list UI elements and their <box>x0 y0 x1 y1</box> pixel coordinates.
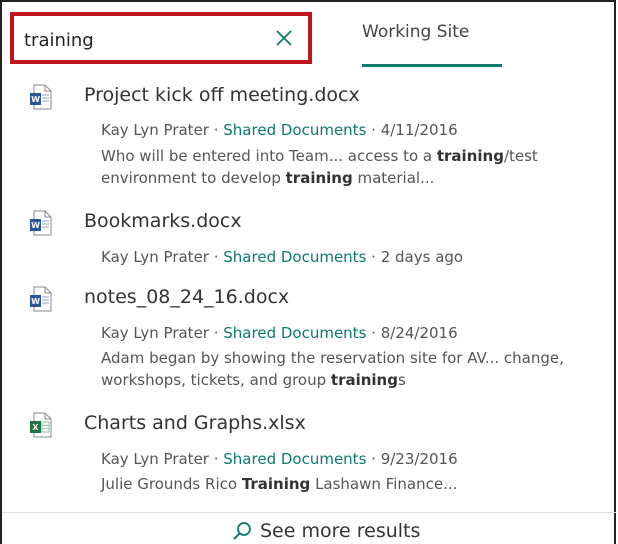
clear-search-button[interactable] <box>270 24 298 52</box>
result-title[interactable]: notes_08_24_16.docx <box>84 286 289 308</box>
result-title[interactable]: Bookmarks.docx <box>84 210 242 232</box>
result-author: Kay Lyn Prater <box>101 248 209 266</box>
see-more-results-link[interactable]: See more results <box>232 520 420 542</box>
result-snippet: Who will be entered into Team... access … <box>101 147 538 187</box>
result-title[interactable]: Charts and Graphs.xlsx <box>84 412 306 434</box>
result-snippet: Adam began by showing the reservation si… <box>101 349 564 389</box>
svg-text:W: W <box>31 297 40 306</box>
excel-doc-icon: X <box>30 412 52 438</box>
word-doc-icon: W <box>30 286 52 312</box>
result-date: 2 days ago <box>380 248 464 266</box>
result-meta: Kay Lyn Prater · Shared Documents · 2 da… <box>101 248 464 266</box>
result-snippet: Julie Grounds Rico Training Lashawn Fina… <box>101 475 458 493</box>
result-title[interactable]: Project kick off meeting.docx <box>84 84 360 106</box>
search-input[interactable] <box>24 26 264 54</box>
result-library-link[interactable]: Shared Documents <box>223 248 366 266</box>
result-date: 9/23/2016 <box>380 450 458 468</box>
result-library-link[interactable]: Shared Documents <box>223 324 366 342</box>
footer-divider <box>2 512 616 513</box>
word-doc-icon: W <box>30 84 52 110</box>
see-more-label: See more results <box>260 520 421 542</box>
result-library-link[interactable]: Shared Documents <box>223 121 366 139</box>
search-icon <box>233 522 251 540</box>
search-box[interactable] <box>10 12 312 64</box>
word-doc-icon: W <box>30 210 52 236</box>
tab-working-site[interactable]: Working Site <box>362 22 469 42</box>
svg-text:W: W <box>31 95 40 104</box>
tab-active-indicator <box>362 64 502 67</box>
result-meta: Kay Lyn Prater · Shared Documents · 4/11… <box>101 121 458 139</box>
result-author: Kay Lyn Prater <box>101 450 209 468</box>
result-author: Kay Lyn Prater <box>101 324 209 342</box>
search-panel: Working Site W Project kick off meeting.… <box>0 0 616 544</box>
result-meta: Kay Lyn Prater · Shared Documents · 9/23… <box>101 450 458 468</box>
result-date: 4/11/2016 <box>380 121 458 139</box>
result-library-link[interactable]: Shared Documents <box>223 450 366 468</box>
result-meta: Kay Lyn Prater · Shared Documents · 8/24… <box>101 324 458 342</box>
result-date: 8/24/2016 <box>380 324 458 342</box>
svg-text:W: W <box>31 221 40 230</box>
svg-text:X: X <box>32 423 39 432</box>
result-author: Kay Lyn Prater <box>101 121 209 139</box>
close-icon <box>276 30 292 46</box>
